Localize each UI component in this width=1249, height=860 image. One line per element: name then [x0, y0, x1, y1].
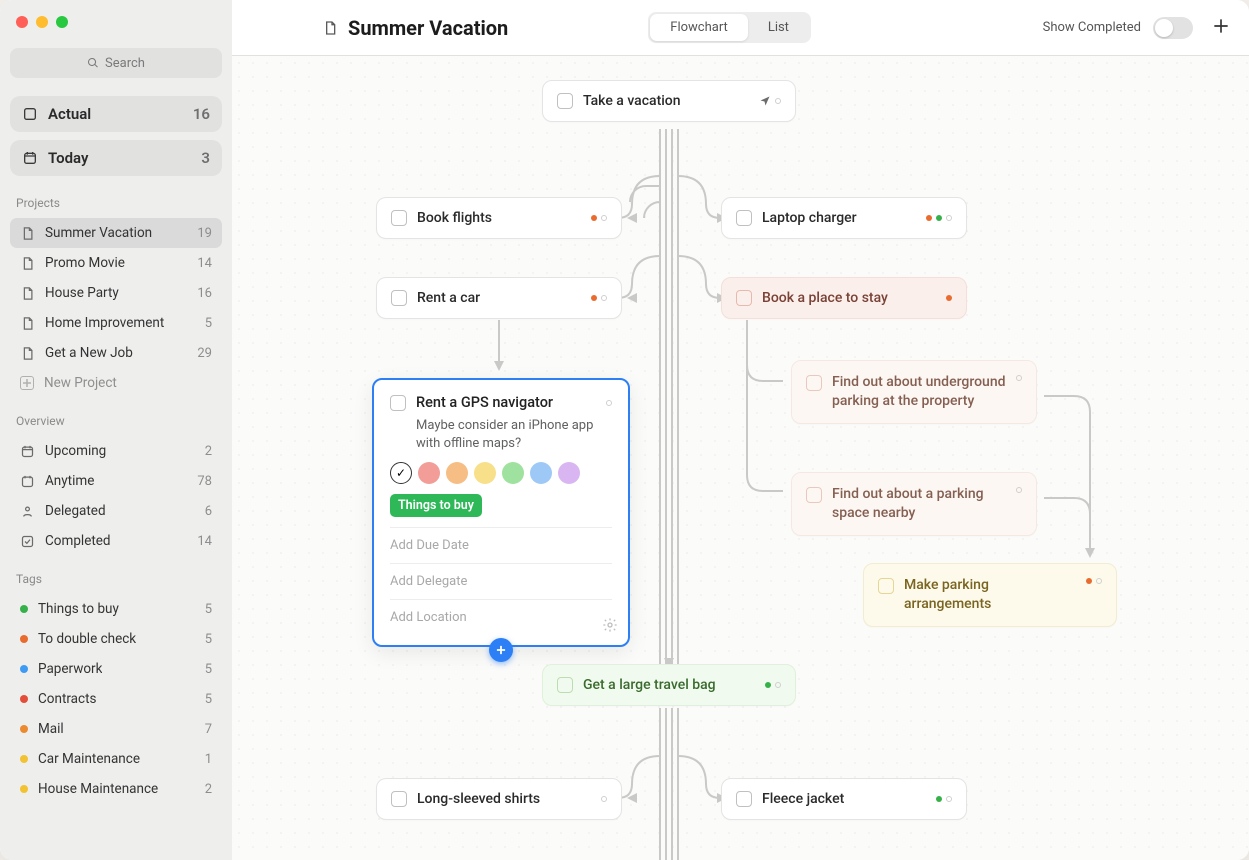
search-input[interactable]: Search: [10, 48, 222, 78]
tag-dot-icon: [20, 755, 28, 763]
swatch-yellow[interactable]: [474, 462, 496, 484]
task-card-parking-nearby[interactable]: Find out about a parking space nearby: [791, 472, 1037, 536]
color-swatches: ✓: [390, 462, 612, 484]
delegate-field[interactable]: Add Delegate: [390, 563, 612, 599]
task-card-book-a-place[interactable]: Book a place to stay: [721, 277, 967, 319]
sidebar-project-item[interactable]: House Party16: [10, 278, 222, 308]
checkbox[interactable]: [878, 578, 894, 594]
search-placeholder: Search: [105, 56, 145, 71]
task-card-book-flights[interactable]: Book flights: [376, 197, 622, 239]
task-card-rent-a-car[interactable]: Rent a car: [376, 277, 622, 319]
checkbox[interactable]: [557, 677, 573, 693]
view-mode-switch: Flowchart List: [648, 12, 811, 43]
window-close-button[interactable]: [16, 16, 28, 28]
task-editor-card[interactable]: Rent a GPS navigator Maybe consider an i…: [372, 378, 630, 647]
sidebar-overview-item[interactable]: Delegated6: [10, 496, 222, 526]
checkbox[interactable]: [806, 375, 822, 391]
pill-actual[interactable]: Actual 16: [10, 96, 222, 132]
sidebar-tag-item[interactable]: House Maintenance2: [10, 774, 222, 804]
sidebar-overview-item[interactable]: Anytime78: [10, 466, 222, 496]
checkbox[interactable]: [736, 791, 752, 807]
section-tags-label: Tags: [10, 566, 222, 594]
task-card-parking-underground[interactable]: Find out about underground parking at th…: [791, 360, 1037, 424]
sidebar-overview-item[interactable]: Upcoming2: [10, 436, 222, 466]
checkbox[interactable]: [391, 290, 407, 306]
checkbox[interactable]: [806, 487, 822, 503]
page-title: Summer Vacation: [348, 16, 508, 40]
window-traffic-lights: [10, 16, 222, 48]
document-icon: [322, 18, 338, 38]
square-icon: [22, 106, 38, 122]
tag-dot-icon: [20, 605, 28, 613]
mode-flowchart[interactable]: Flowchart: [650, 14, 748, 41]
tag-dot-icon: [20, 785, 28, 793]
gear-icon[interactable]: [602, 617, 618, 637]
swatch-red[interactable]: [418, 462, 440, 484]
due-date-field[interactable]: Add Due Date: [390, 527, 612, 563]
task-card-make-parking[interactable]: Make parking arrangements: [863, 563, 1117, 627]
checkbox[interactable]: [557, 93, 573, 109]
checkbox[interactable]: [736, 290, 752, 306]
checkbox[interactable]: [391, 791, 407, 807]
window-fullscreen-button[interactable]: [56, 16, 68, 28]
sidebar-tag-item[interactable]: To double check5: [10, 624, 222, 654]
calendar-icon: [22, 150, 38, 166]
app-window: Search Actual 16 Today 3 Projects Summer…: [0, 0, 1249, 860]
section-overview-label: Overview: [10, 408, 222, 436]
tag-chip[interactable]: Things to buy: [390, 494, 482, 517]
tag-dot-icon: [20, 665, 28, 673]
task-card-travel-bag[interactable]: Get a large travel bag: [542, 664, 796, 706]
checkbox[interactable]: [736, 210, 752, 226]
sidebar-tag-item[interactable]: Car Maintenance1: [10, 744, 222, 774]
sidebar-overview-item[interactable]: Completed14: [10, 526, 222, 556]
checkbox[interactable]: [391, 210, 407, 226]
toolbar: Summer Vacation Flowchart List Show Comp…: [232, 0, 1249, 56]
swatch-purple[interactable]: [558, 462, 580, 484]
swatch-none[interactable]: ✓: [390, 462, 412, 484]
task-card-shirts[interactable]: Long-sleeved shirts: [376, 778, 622, 820]
pill-actual-count: 16: [193, 105, 210, 123]
section-projects-label: Projects: [10, 190, 222, 218]
sidebar-tag-item[interactable]: Contracts5: [10, 684, 222, 714]
mode-list[interactable]: List: [748, 14, 809, 41]
tag-dot-icon: [20, 635, 28, 643]
pill-today-label: Today: [48, 149, 88, 167]
add-task-button[interactable]: [1211, 16, 1231, 40]
new-project-button[interactable]: New Project: [10, 368, 222, 398]
priority-outline-icon[interactable]: [606, 400, 612, 406]
sidebar: Search Actual 16 Today 3 Projects Summer…: [0, 0, 232, 860]
sidebar-project-item[interactable]: Summer Vacation19: [10, 218, 222, 248]
editor-title[interactable]: Rent a GPS navigator: [416, 394, 596, 411]
task-card-fleece[interactable]: Fleece jacket: [721, 778, 967, 820]
task-card-take-a-vacation[interactable]: Take a vacation: [542, 80, 796, 122]
swatch-green[interactable]: [502, 462, 524, 484]
pill-today[interactable]: Today 3: [10, 140, 222, 176]
search-icon: [87, 57, 99, 69]
sidebar-project-item[interactable]: Home Improvement5: [10, 308, 222, 338]
location-field[interactable]: Add Location: [390, 599, 612, 635]
task-card-laptop-charger[interactable]: Laptop charger: [721, 197, 967, 239]
pill-actual-label: Actual: [48, 105, 91, 123]
show-completed-toggle[interactable]: [1153, 17, 1193, 39]
sidebar-tag-item[interactable]: Things to buy5: [10, 594, 222, 624]
sidebar-project-item[interactable]: Get a New Job29: [10, 338, 222, 368]
swatch-blue[interactable]: [530, 462, 552, 484]
main-panel: Summer Vacation Flowchart List Show Comp…: [232, 0, 1249, 860]
checkbox[interactable]: [390, 395, 406, 411]
window-minimize-button[interactable]: [36, 16, 48, 28]
flowchart-canvas[interactable]: Take a vacation Book flights Laptop char…: [232, 56, 1249, 860]
sidebar-tag-item[interactable]: Mail7: [10, 714, 222, 744]
pill-today-count: 3: [201, 149, 210, 167]
tag-dot-icon: [20, 695, 28, 703]
sidebar-project-item[interactable]: Promo Movie14: [10, 248, 222, 278]
location-arrow-icon: [759, 95, 771, 107]
editor-note[interactable]: Maybe consider an iPhone app with offlin…: [416, 417, 612, 452]
plus-icon: [20, 376, 34, 390]
add-subtask-button[interactable]: [489, 638, 513, 662]
tag-dot-icon: [20, 725, 28, 733]
sidebar-tag-item[interactable]: Paperwork5: [10, 654, 222, 684]
swatch-orange[interactable]: [446, 462, 468, 484]
show-completed-label: Show Completed: [1043, 20, 1141, 35]
